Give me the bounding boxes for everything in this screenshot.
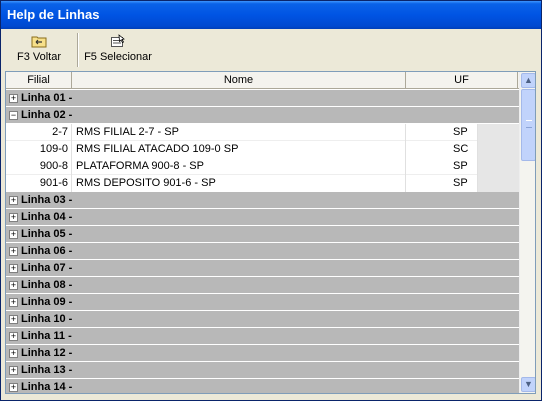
group-label: Linha 03 - xyxy=(21,194,73,206)
group-label: Linha 08 - xyxy=(21,279,73,291)
group-row[interactable]: + Linha 09 - xyxy=(6,294,519,311)
cell-filial: 2-7 xyxy=(52,126,68,138)
group-row[interactable]: + Linha 08 - xyxy=(6,277,519,294)
title-bar[interactable]: Help de Linhas xyxy=(1,1,541,29)
group-row[interactable]: + Linha 07 - xyxy=(6,260,519,277)
group-row[interactable]: + Linha 04 - xyxy=(6,209,519,226)
group-label: Linha 12 - xyxy=(21,347,73,359)
group-row[interactable]: + Linha 14 - xyxy=(6,379,519,393)
chevron-up-icon[interactable]: ▲ xyxy=(521,73,535,88)
group-label: Linha 05 - xyxy=(21,228,73,240)
cell-nome: RMS FILIAL 2-7 - SP xyxy=(76,126,179,138)
group-label: Linha 04 - xyxy=(21,211,73,223)
group-label: Linha 07 - xyxy=(21,262,73,274)
group-row[interactable]: + Linha 06 - xyxy=(6,243,519,260)
cell-uf: SP xyxy=(453,177,468,189)
plus-icon[interactable]: + xyxy=(9,298,18,307)
voltar-label: F3 Voltar xyxy=(16,51,62,63)
group-label: Linha 13 - xyxy=(21,364,73,376)
plus-icon[interactable]: + xyxy=(9,213,18,222)
group-row[interactable]: + Linha 13 - xyxy=(6,362,519,379)
group-row[interactable]: + Linha 03 - xyxy=(6,192,519,209)
toolbar: F3 Voltar F5 Selecionar xyxy=(1,29,541,71)
scroll-thumb[interactable] xyxy=(521,89,535,161)
cell-uf: SP xyxy=(453,160,468,172)
grid-header: Filial Nome UF xyxy=(6,72,519,89)
cell-filial: 901-6 xyxy=(39,177,68,189)
cell-uf: SP xyxy=(453,126,468,138)
plus-icon[interactable]: + xyxy=(9,230,18,239)
plus-icon[interactable]: + xyxy=(9,281,18,290)
help-window: Help de Linhas F3 Voltar F5 Selecionar F… xyxy=(0,0,542,401)
cell-filial: 109-0 xyxy=(39,143,68,155)
column-header-nome[interactable]: Nome xyxy=(72,72,406,89)
column-header-uf[interactable]: UF xyxy=(406,72,518,89)
folder-back-icon xyxy=(31,36,47,48)
cell-nome: RMS FILIAL ATACADO 109-0 SP xyxy=(76,143,239,155)
plus-icon[interactable]: + xyxy=(9,366,18,375)
plus-icon[interactable]: + xyxy=(9,264,18,273)
toolbar-separator xyxy=(77,33,79,67)
lines-grid: Filial Nome UF + Linha 01 - − Linha 02 -… xyxy=(5,71,536,394)
table-row[interactable]: 109-0 RMS FILIAL ATACADO 109-0 SP SC xyxy=(6,141,519,158)
group-label: Linha 10 - xyxy=(21,313,73,325)
select-icon xyxy=(111,34,125,47)
cell-filial: 900-8 xyxy=(39,160,68,172)
cell-nome: PLATAFORMA 900-8 - SP xyxy=(76,160,204,172)
table-row[interactable]: 2-7 RMS FILIAL 2-7 - SP SP xyxy=(6,124,519,141)
plus-icon[interactable]: + xyxy=(9,315,18,324)
group-label: Linha 11 - xyxy=(21,330,72,342)
group-row[interactable]: + Linha 01 - xyxy=(6,90,519,107)
group-row[interactable]: + Linha 10 - xyxy=(6,311,519,328)
group-row[interactable]: + Linha 11 - xyxy=(6,328,519,345)
group-label: Linha 14 - xyxy=(21,381,73,393)
plus-icon[interactable]: + xyxy=(9,383,18,392)
window-title: Help de Linhas xyxy=(7,7,100,22)
selecionar-button[interactable]: F5 Selecionar xyxy=(83,32,153,68)
vertical-scrollbar[interactable]: ▲ ▼ xyxy=(519,72,535,393)
group-label: Linha 06 - xyxy=(21,245,73,257)
group-label: Linha 09 - xyxy=(21,296,73,308)
group-label: Linha 02 - xyxy=(21,109,73,121)
table-row[interactable]: 901-6 RMS DEPOSITO 901-6 - SP SP xyxy=(6,175,519,192)
group-label: Linha 01 - xyxy=(21,92,73,104)
plus-icon[interactable]: + xyxy=(9,349,18,358)
cell-nome: RMS DEPOSITO 901-6 - SP xyxy=(76,177,216,189)
group-row[interactable]: + Linha 05 - xyxy=(6,226,519,243)
group-row[interactable]: + Linha 12 - xyxy=(6,345,519,362)
plus-icon[interactable]: + xyxy=(9,196,18,205)
voltar-button[interactable]: F3 Voltar xyxy=(11,32,67,68)
group-row[interactable]: − Linha 02 - xyxy=(6,107,519,124)
minus-icon[interactable]: − xyxy=(9,111,18,120)
cell-uf: SC xyxy=(453,143,469,155)
table-row[interactable]: 900-8 PLATAFORMA 900-8 - SP SP xyxy=(6,158,519,175)
column-header-filial[interactable]: Filial xyxy=(6,72,72,89)
plus-icon[interactable]: + xyxy=(9,94,18,103)
grid-body: + Linha 01 - − Linha 02 - 2-7 RMS FILIAL… xyxy=(6,90,519,393)
chevron-down-icon[interactable]: ▼ xyxy=(521,377,535,392)
plus-icon[interactable]: + xyxy=(9,247,18,256)
plus-icon[interactable]: + xyxy=(9,332,18,341)
selecionar-label: F5 Selecionar xyxy=(84,51,152,63)
